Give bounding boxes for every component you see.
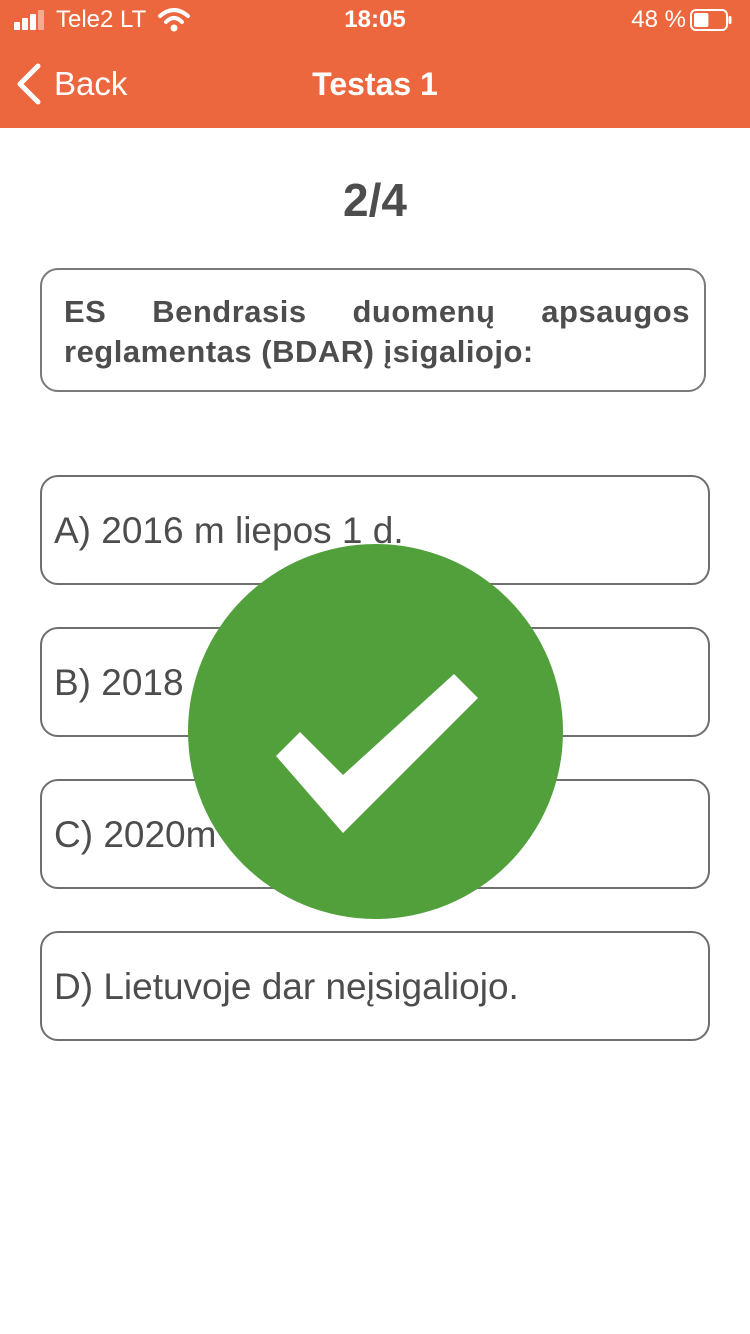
answer-option-d[interactable]: D) Lietuvoje dar neįsigaliojo. xyxy=(40,931,710,1041)
page-title: Testas 1 xyxy=(312,66,438,102)
answer-label: D) Lietuvoje dar neįsigaliojo. xyxy=(54,966,519,1007)
navigation-bar: Back Testas 1 xyxy=(0,40,750,128)
battery-percent: 48 % xyxy=(631,6,686,33)
question-card: ES Bendrasis duomenų apsaugos reglamenta… xyxy=(40,268,706,392)
answer-label: B) 2018 xyxy=(54,662,184,703)
question-progress: 2/4 xyxy=(343,174,407,226)
question-text: ES Bendrasis duomenų apsaugos reglamenta… xyxy=(64,294,690,369)
quiz-screen: Tele2 LT 18:05 48 % Back Testas 1 2/4 ES… xyxy=(0,0,750,1334)
status-bar: Tele2 LT 18:05 48 % xyxy=(0,0,750,40)
battery-icon xyxy=(690,9,732,31)
top-bar: Tele2 LT 18:05 48 % Back Testas 1 xyxy=(0,0,750,128)
checkmark-icon xyxy=(188,544,563,919)
